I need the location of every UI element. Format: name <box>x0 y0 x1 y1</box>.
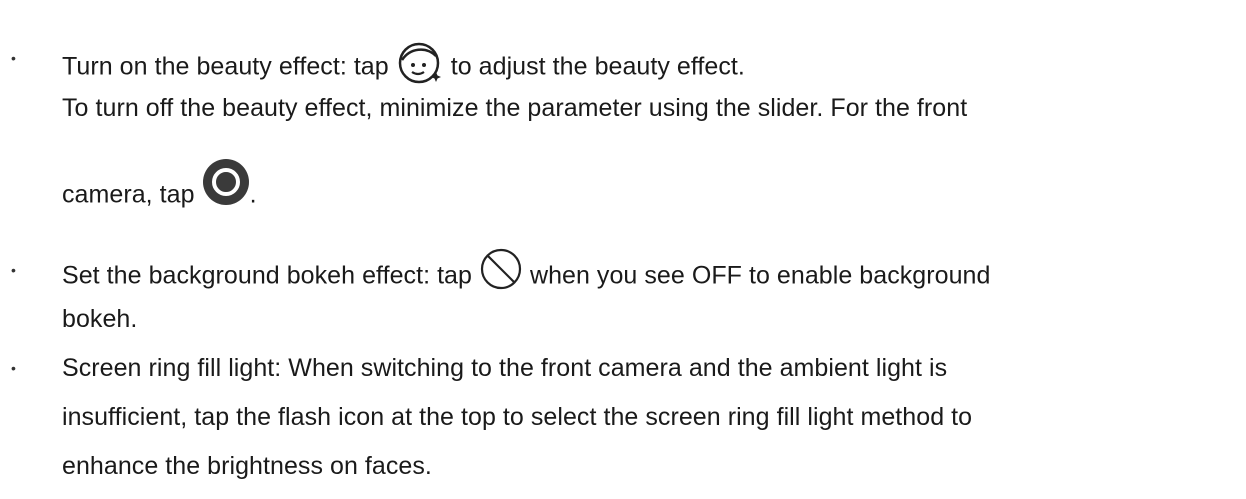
beauty-face-icon <box>396 38 444 86</box>
bullet-1-line-1: Turn on the beauty effect: tap to adjust… <box>62 42 745 92</box>
bullet-marker-2: • <box>11 262 16 278</box>
bullet-2-line-2: bokeh. <box>62 305 138 333</box>
bullet-marker-1: • <box>11 50 16 66</box>
bullet-3-line-3: enhance the brightness on faces. <box>62 452 432 480</box>
bullet-2-text-before-bokeh-icon: Set the background bokeh effect: tap <box>62 261 479 290</box>
bullet-1-text-before-beauty-icon: Turn on the beauty effect: tap <box>62 52 396 81</box>
bullet-1-text-after-beauty-icon: to adjust the beauty effect. <box>443 52 745 81</box>
record-circle-icon <box>202 158 250 206</box>
bokeh-off-icon <box>479 247 523 291</box>
bullet-1-text-after-record-icon: . <box>249 180 257 209</box>
bullet-1-line-3: camera, tap . <box>62 159 257 220</box>
bullet-marker-3: • <box>11 360 16 376</box>
bullet-3-line-1: Screen ring fill light: When switching t… <box>62 354 948 382</box>
bullet-1-text-before-record-icon: camera, tap <box>62 180 202 209</box>
bullet-2-text-after-bokeh-icon: when you see OFF to enable background <box>522 261 991 290</box>
bullet-1-line-2: To turn off the beauty effect, minimize … <box>62 94 968 122</box>
bullet-3-line-2: insufficient, tap the flash icon at the … <box>62 403 973 431</box>
bullet-2-line-1: Set the background bokeh effect: tap whe… <box>62 248 991 299</box>
